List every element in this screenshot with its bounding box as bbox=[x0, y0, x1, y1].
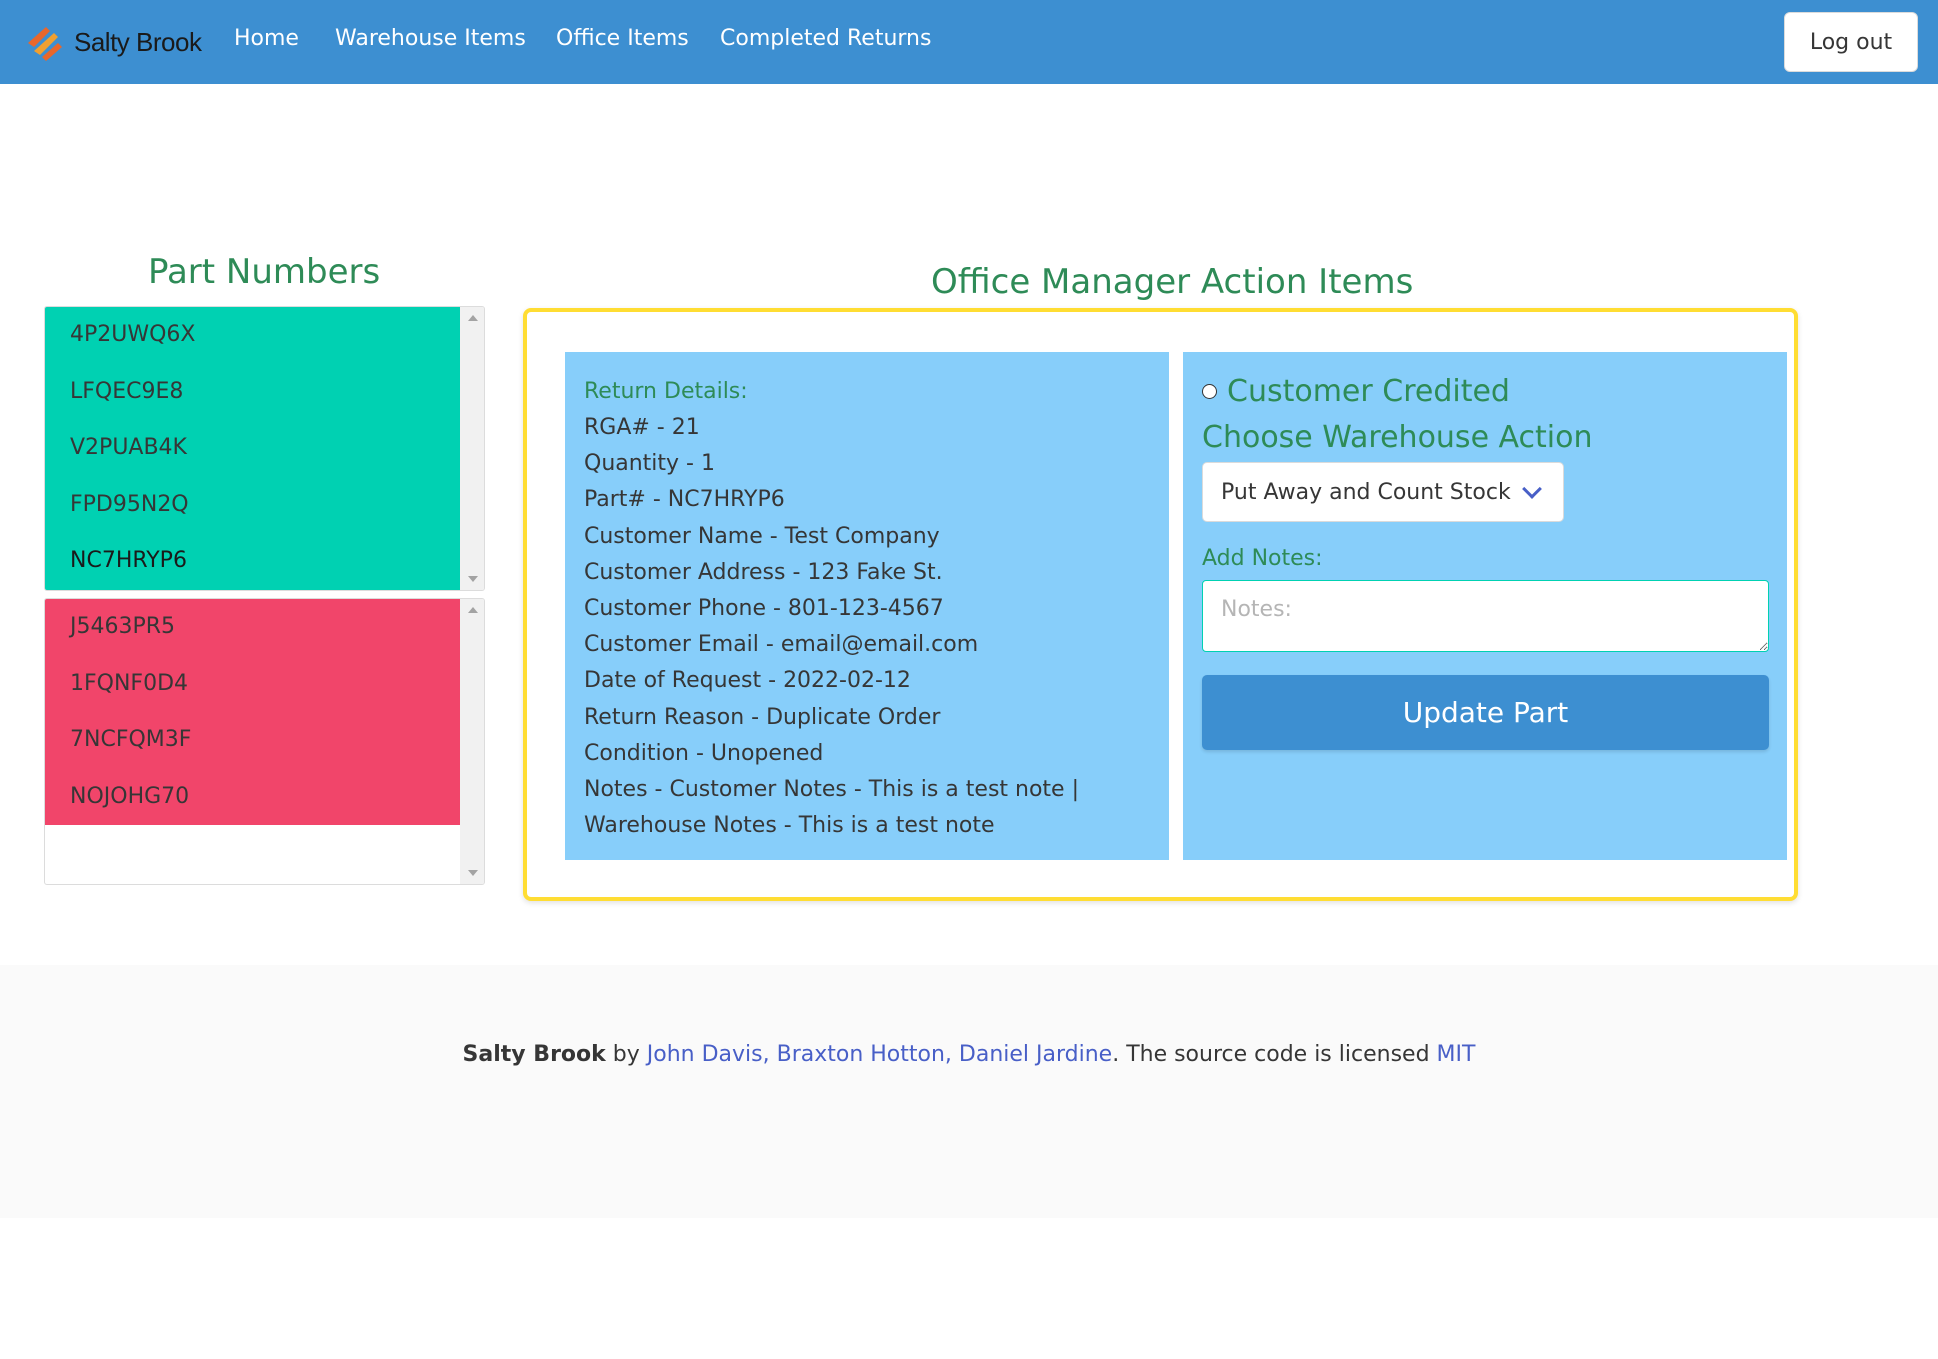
footer-license-text: . The source code is licensed bbox=[1112, 1042, 1437, 1067]
chevron-down-icon bbox=[1522, 479, 1542, 499]
customer-credited-label[interactable]: Customer Credited bbox=[1227, 374, 1510, 409]
footer-by: by bbox=[605, 1042, 647, 1067]
red-part-list[interactable]: J5463PR5 1FQNF0D4 7NCFQM3F NOJOHG70 bbox=[44, 598, 485, 885]
scroll-down-icon[interactable] bbox=[468, 576, 478, 582]
detail-return-reason: Return Reason - Duplicate Order bbox=[584, 704, 941, 730]
warehouse-action-select[interactable]: Put Away and Count Stock bbox=[1202, 462, 1564, 522]
list-item[interactable]: LFQEC9E8 bbox=[45, 364, 461, 421]
nav-warehouse-items[interactable]: Warehouse Items bbox=[335, 26, 526, 51]
list-item-selected[interactable]: NC7HRYP6 bbox=[45, 533, 461, 590]
detail-customer-name: Customer Name - Test Company bbox=[584, 523, 940, 549]
list-item[interactable]: FPD95N2Q bbox=[45, 477, 461, 534]
choose-warehouse-action-label: Choose Warehouse Action bbox=[1202, 420, 1593, 455]
list-item[interactable]: NOJOHG70 bbox=[45, 769, 461, 826]
scroll-up-icon[interactable] bbox=[468, 607, 478, 613]
nav-home[interactable]: Home bbox=[234, 26, 299, 51]
license-link[interactable]: MIT bbox=[1437, 1042, 1476, 1067]
list-item[interactable]: J5463PR5 bbox=[45, 599, 461, 656]
detail-rga: RGA# - 21 bbox=[584, 415, 700, 440]
authors-link[interactable]: John Davis, Braxton Hotton, Daniel Jardi… bbox=[647, 1042, 1112, 1067]
footer: Salty Brook by John Davis, Braxton Hotto… bbox=[0, 965, 1938, 1218]
customer-credited-option[interactable]: Customer Credited bbox=[1202, 374, 1510, 409]
detail-customer-email: Customer Email - email@email.com bbox=[584, 632, 979, 658]
part-numbers-title: Part Numbers bbox=[148, 252, 381, 292]
action-items-title: Office Manager Action Items bbox=[931, 262, 1414, 302]
detail-customer-phone: Customer Phone - 801-123-4567 bbox=[584, 596, 944, 622]
action-controls: Customer Credited Choose Warehouse Actio… bbox=[1183, 352, 1787, 860]
notes-input[interactable] bbox=[1202, 580, 1769, 652]
navbar: Salty Brook Home Warehouse Items Office … bbox=[0, 0, 1938, 84]
detail-notes: Notes - Customer Notes - This is a test … bbox=[584, 777, 1079, 803]
salty-brook-logo-icon bbox=[28, 27, 62, 61]
return-details: Return Details: RGA# - 21 Quantity - 1 P… bbox=[565, 352, 1169, 860]
brand[interactable]: Salty Brook bbox=[24, 20, 202, 64]
detail-part: Part# - NC7HRYP6 bbox=[584, 487, 785, 513]
green-part-list[interactable]: 4P2UWQ6X LFQEC9E8 V2PUAB4K FPD95N2Q NC7H… bbox=[44, 306, 485, 591]
brand-name: Salty Brook bbox=[74, 26, 202, 57]
detail-quantity: Quantity - 1 bbox=[584, 451, 715, 477]
list-item[interactable]: V2PUAB4K bbox=[45, 420, 461, 477]
footer-brand: Salty Brook bbox=[462, 1042, 606, 1067]
scroll-down-icon[interactable] bbox=[468, 870, 478, 876]
customer-credited-radio[interactable] bbox=[1202, 384, 1217, 399]
footer-text: Salty Brook by John Davis, Braxton Hotto… bbox=[0, 1042, 1938, 1067]
return-details-label: Return Details: bbox=[584, 379, 748, 404]
list-item[interactable]: 4P2UWQ6X bbox=[45, 307, 461, 364]
scroll-up-icon[interactable] bbox=[468, 315, 478, 321]
red-list-scrollbar[interactable] bbox=[460, 599, 484, 884]
selected-action: Put Away and Count Stock bbox=[1221, 479, 1511, 505]
logout-button[interactable]: Log out bbox=[1784, 12, 1918, 72]
list-item[interactable]: 1FQNF0D4 bbox=[45, 656, 461, 713]
nav-completed-returns[interactable]: Completed Returns bbox=[720, 26, 931, 51]
detail-customer-address: Customer Address - 123 Fake St. bbox=[584, 559, 943, 585]
detail-condition: Condition - Unopened bbox=[584, 740, 824, 766]
detail-date: Date of Request - 2022-02-12 bbox=[584, 668, 911, 694]
nav-office-items[interactable]: Office Items bbox=[556, 26, 689, 51]
detail-warehouse-notes: Warehouse Notes - This is a test note bbox=[584, 813, 995, 839]
list-item[interactable]: 7NCFQM3F bbox=[45, 712, 461, 769]
add-notes-label: Add Notes: bbox=[1202, 546, 1323, 571]
green-list-scrollbar[interactable] bbox=[460, 307, 484, 590]
update-part-button[interactable]: Update Part bbox=[1202, 675, 1769, 750]
